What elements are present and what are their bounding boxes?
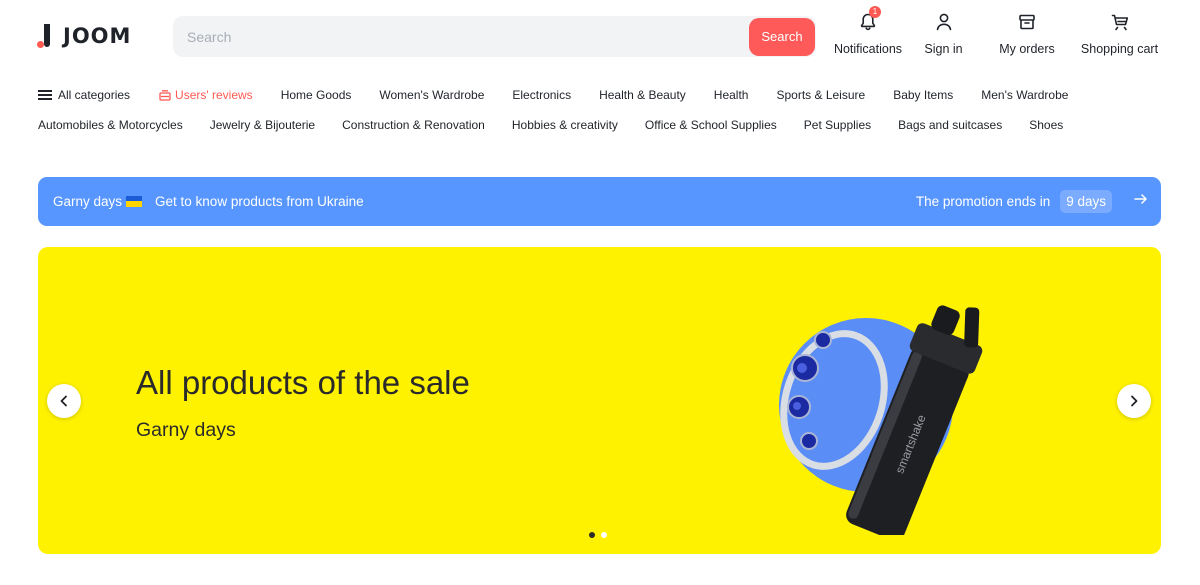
notifications-button[interactable]: 1 Notifications	[828, 6, 908, 56]
promo-ends-label: The promotion ends in	[915, 194, 1051, 209]
promo-days-badge: 9 days	[1060, 190, 1112, 213]
category-link[interactable]: Health & Beauty	[599, 88, 686, 102]
promo-right: The promotion ends in 9 days	[916, 190, 1161, 213]
category-link[interactable]: Jewelry & Bijouterie	[210, 118, 315, 132]
category-link[interactable]: Sports & Leisure	[776, 88, 865, 102]
logo-mark-icon	[37, 24, 53, 48]
chevron-left-icon	[60, 395, 67, 407]
my-orders-button[interactable]: My orders	[993, 10, 1061, 56]
hero-banner[interactable]: All products of the sale Garny days smar…	[38, 247, 1161, 554]
my-orders-label: My orders	[999, 42, 1055, 56]
promo-banner[interactable]: Garny days Get to know products from Ukr…	[38, 177, 1161, 226]
chevron-right-icon	[1131, 395, 1138, 407]
bell-icon: 1	[856, 6, 881, 34]
category-link[interactable]: Electronics	[512, 88, 571, 102]
all-categories-button[interactable]: All categories	[38, 88, 130, 102]
hero-subtitle: Garny days	[136, 419, 236, 441]
category-link[interactable]: Health	[714, 88, 749, 102]
cart-icon	[1108, 10, 1132, 34]
menu-icon	[38, 90, 52, 100]
category-link[interactable]: Baby Items	[893, 88, 953, 102]
category-link[interactable]: Home Goods	[281, 88, 352, 102]
promo-text: Get to know products from Ukraine	[155, 194, 364, 209]
category-link[interactable]: Bags and suitcases	[898, 118, 1002, 132]
category-link[interactable]: Shoes	[1029, 118, 1063, 132]
notification-badge: 1	[869, 6, 881, 18]
header-actions: 1 Notifications Sign in My orders Shoppi…	[828, 6, 1162, 56]
arrow-right-icon[interactable]	[1134, 192, 1148, 211]
joom-logo[interactable]: JOOM	[37, 24, 131, 48]
category-link[interactable]: Hobbies & creativity	[512, 118, 618, 132]
search-bar: Search	[173, 16, 816, 57]
category-nav-row-2: Automobiles & Motorcycles Jewelry & Bijo…	[38, 118, 1063, 132]
notifications-label: Notifications	[833, 42, 903, 56]
promo-left: Garny days Get to know products from Ukr…	[38, 194, 364, 209]
category-link[interactable]: Women's Wardrobe	[379, 88, 484, 102]
carousel-dots	[589, 532, 607, 538]
category-nav-row-1: All categories Users' reviews Home Goods…	[38, 88, 1068, 102]
hero-product-image: smartshake	[779, 305, 983, 535]
shopping-cart-label: Shopping cart	[1080, 42, 1159, 56]
carousel-dot-2[interactable]	[601, 532, 607, 538]
search-input[interactable]	[173, 16, 749, 57]
all-categories-label: All categories	[58, 88, 131, 102]
reviews-icon	[159, 89, 171, 101]
hero-title: All products of the sale	[136, 364, 470, 401]
users-reviews-label: Users' reviews	[175, 88, 253, 102]
category-link[interactable]: Construction & Renovation	[342, 118, 485, 132]
shopping-cart-button[interactable]: Shopping cart	[1077, 10, 1162, 56]
box-icon	[1015, 10, 1039, 34]
carousel-prev-button[interactable]	[47, 384, 81, 418]
sign-in-button[interactable]: Sign in	[916, 10, 971, 56]
brand-name: JOOM	[63, 24, 132, 48]
promo-title: Garny days	[53, 194, 123, 209]
category-link[interactable]: Office & School Supplies	[645, 118, 777, 132]
carousel-dot-1[interactable]	[589, 532, 595, 538]
category-link[interactable]: Men's Wardrobe	[981, 88, 1068, 102]
sign-in-label: Sign in	[924, 42, 963, 56]
carousel-next-button[interactable]	[1117, 384, 1151, 418]
ukraine-flag-icon	[126, 196, 143, 207]
users-reviews-link[interactable]: Users' reviews	[159, 88, 253, 102]
category-link[interactable]: Automobiles & Motorcycles	[38, 118, 183, 132]
search-button[interactable]: Search	[749, 17, 815, 56]
user-icon	[932, 10, 956, 34]
category-link[interactable]: Pet Supplies	[804, 118, 871, 132]
